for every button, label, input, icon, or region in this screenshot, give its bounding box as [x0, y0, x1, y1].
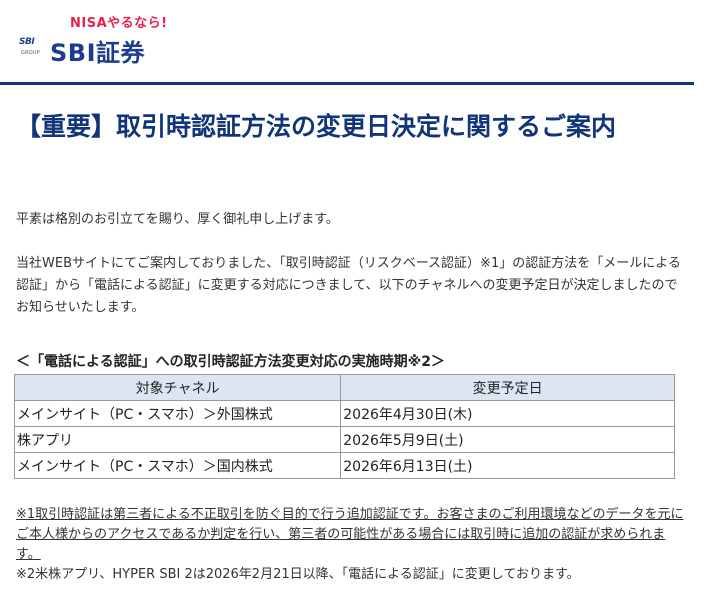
row-channel: メインサイト（PC・スマホ）＞外国株式 [13, 400, 342, 427]
sbi-logo[interactable]: NISAやるなら! SBI GROUP SBI証券 [18, 10, 168, 67]
nisa-tagline: NISAやるなら! [70, 16, 168, 31]
schedule-section-title: ＜「電話による認証」への取引時認証方法変更対応の実施時期※2＞ [16, 354, 445, 370]
page-title: 【重要】取引時認証方法の変更日決定に関するご案内 [16, 112, 617, 141]
site-header: NISAやるなら! SBI GROUP SBI証券 [0, 0, 694, 85]
greeting-paragraph: 平素は格別のお引立てを賜り、厚く御礼申し上げます。 [16, 212, 339, 227]
footnote-2: ※2米株アプリ、HYPER SBI 2は2026年2月21日以降、「電話による認… [16, 567, 580, 582]
group-mark-text: GROUP [21, 50, 40, 56]
row-date: 2026年4月30日(木) [340, 400, 675, 427]
announcement-paragraph: 当社WEBサイトにてご案内しておりました、「取引時認証（リスクベース認証）※1」… [16, 256, 681, 315]
footnote-1: ※1取引時認証は第三者による不正取引を防ぐ目的で行う追加認証です。お客さまのご利… [16, 507, 684, 562]
footnotes: ※1取引時認証は第三者による不正取引を防ぐ目的で行う追加認証です。お客さまのご利… [16, 505, 684, 585]
table-header-row: 対象チャネル 変更予定日 [13, 374, 675, 401]
sbi-mark-text: SBI [19, 37, 35, 47]
table-row: メインサイト（PC・スマホ）＞外国株式 2026年4月30日(木) [13, 400, 675, 427]
table-row: メインサイト（PC・スマホ）＞国内株式 2026年6月13日(土) [13, 452, 675, 479]
row-channel: 株アプリ [13, 426, 342, 453]
header-target-channel: 対象チャネル [13, 374, 342, 401]
schedule-table: 対象チャネル 変更予定日 メインサイト（PC・スマホ）＞外国株式 2026年4月… [13, 374, 675, 479]
row-date: 2026年5月9日(土) [340, 426, 675, 453]
sbi-group-mark-icon: SBI GROUP [18, 35, 46, 61]
row-channel: メインサイト（PC・スマホ）＞国内株式 [13, 452, 342, 479]
brand-name: SBI証券 [50, 39, 146, 67]
row-date: 2026年6月13日(土) [340, 452, 675, 479]
table-row: 株アプリ 2026年5月9日(土) [13, 426, 675, 453]
header-change-date: 変更予定日 [340, 374, 675, 401]
